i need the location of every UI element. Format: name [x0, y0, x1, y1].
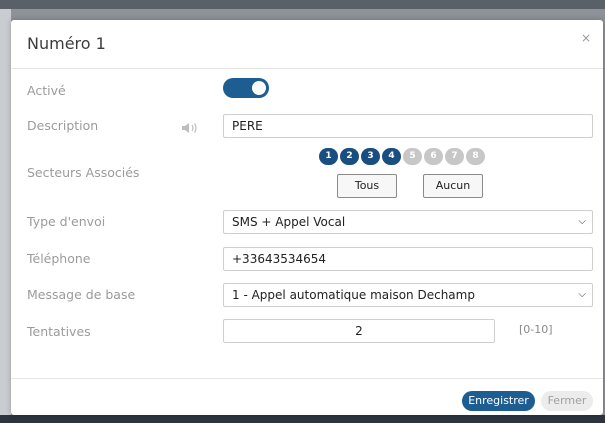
sector-chip[interactable]: 6 — [424, 148, 443, 165]
sector-chip[interactable]: 8 — [466, 148, 485, 165]
select-none-sectors-button[interactable]: Aucun — [423, 174, 483, 198]
sectors-label: Secteurs Associés — [27, 165, 140, 180]
save-button[interactable]: Enregistrer — [462, 391, 535, 411]
sector-chip[interactable]: 4 — [382, 148, 401, 165]
chevron-down-icon: ⌵ — [578, 289, 586, 300]
attempts-range-hint: [0-10] — [519, 323, 553, 336]
base-message-label: Message de base — [27, 287, 136, 302]
sector-chip[interactable]: 3 — [361, 148, 380, 165]
modal-title: Numéro 1 — [27, 34, 106, 53]
attempts-label: Tentatives — [27, 324, 91, 339]
phone-label: Téléphone — [27, 251, 91, 266]
edit-number-modal: Numéro 1 × Activé Description PERE Secte… — [11, 20, 603, 415]
close-icon[interactable]: × — [581, 31, 591, 45]
base-message-value: 1 - Appel automatique maison Dechamp — [232, 288, 475, 302]
select-all-sectors-button[interactable]: Tous — [337, 174, 397, 198]
sector-chip[interactable]: 2 — [340, 148, 359, 165]
active-toggle[interactable] — [223, 78, 269, 98]
base-message-select[interactable]: 1 - Appel automatique maison Dechamp ⌵ — [223, 283, 593, 307]
background-header-strip — [0, 0, 605, 9]
active-label: Activé — [27, 83, 66, 98]
phone-input[interactable]: +33643534654 — [223, 247, 593, 271]
send-type-select[interactable]: SMS + Appel Vocal ⌵ — [223, 210, 593, 234]
sector-chip[interactable]: 5 — [403, 148, 422, 165]
chevron-down-icon: ⌵ — [578, 216, 586, 227]
background-page-edge — [0, 9, 11, 415]
speaker-icon[interactable] — [181, 122, 199, 134]
send-type-value: SMS + Appel Vocal — [232, 215, 346, 229]
background-footer-strip — [0, 415, 605, 423]
close-button[interactable]: Fermer — [541, 391, 593, 411]
toggle-knob — [252, 81, 266, 95]
sector-chip[interactable]: 7 — [445, 148, 464, 165]
attempts-input[interactable]: 2 — [223, 319, 495, 343]
modal-header: Numéro 1 × — [11, 20, 603, 69]
description-label: Description — [27, 118, 99, 133]
sector-chip[interactable]: 1 — [319, 148, 338, 165]
description-input[interactable]: PERE — [223, 114, 593, 138]
send-type-label: Type d'envoi — [27, 214, 106, 229]
